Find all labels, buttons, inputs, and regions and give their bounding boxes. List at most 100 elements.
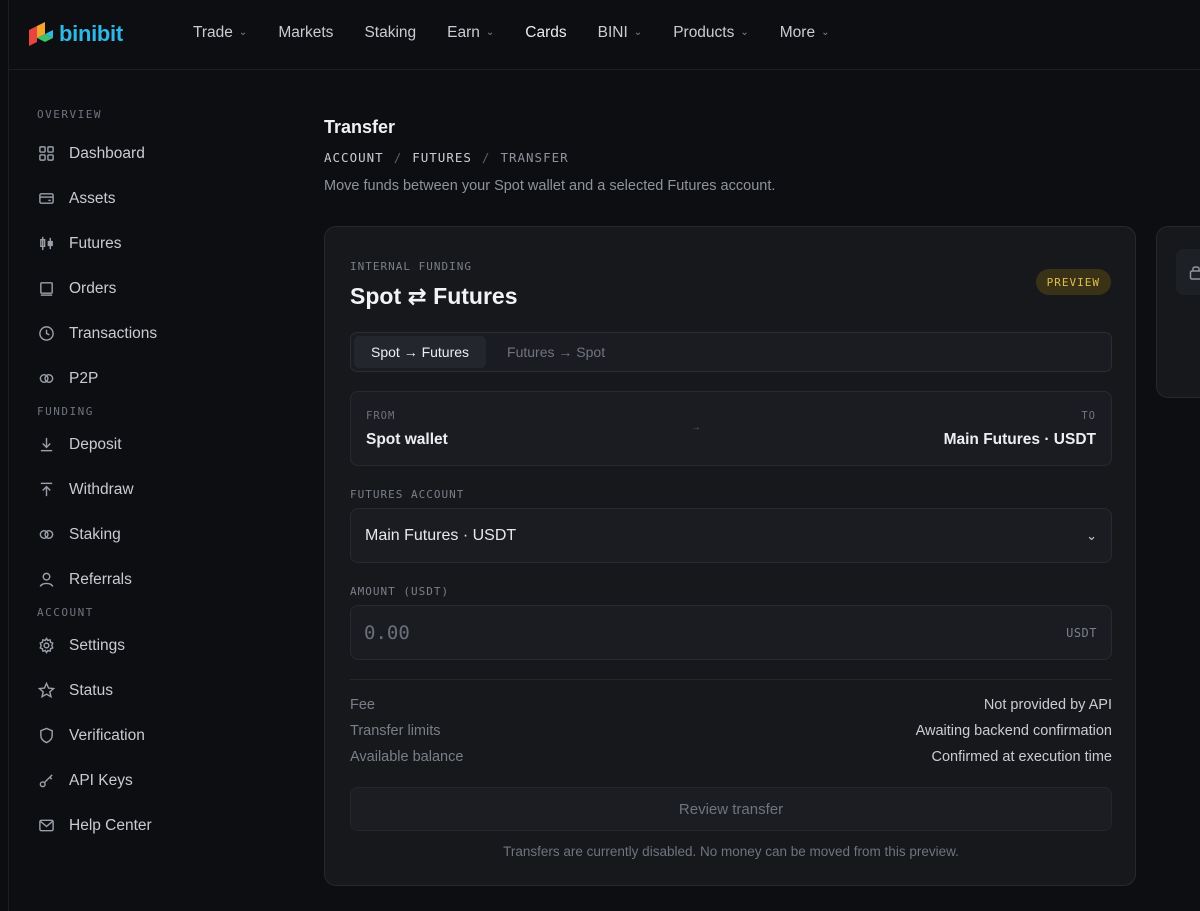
nav-markets-label: Markets — [278, 24, 334, 41]
breadcrumb-account[interactable]: ACCOUNT — [324, 150, 384, 165]
sidebar-item-label: Settings — [69, 636, 126, 654]
main-nav: Trade ⌄ Markets Staking Earn ⌄ Cards BINI ⌄… — [193, 24, 860, 42]
sidebar-item-orders[interactable]: Orders — [37, 266, 249, 311]
nav-cards[interactable]: Cards — [525, 24, 566, 42]
sidebar-item-label: API Keys — [69, 771, 133, 789]
candles-icon — [37, 235, 55, 253]
gear-icon — [37, 637, 55, 655]
preview-badge: PREVIEW — [1035, 269, 1111, 295]
tab-spot-to-futures[interactable]: Spot → Futures — [354, 336, 487, 368]
disabled-notice: Transfers are currently disabled. No mon… — [503, 844, 959, 859]
breadcrumb-separator: / — [393, 150, 403, 165]
breadcrumb-separator: / — [481, 150, 491, 165]
sidebar-item-label: Orders — [69, 279, 117, 297]
divider — [350, 679, 1112, 680]
sidebar-item-status[interactable]: Status — [37, 668, 249, 713]
sidebar-item-transactions[interactable]: Transactions — [37, 311, 249, 356]
lock-button[interactable] — [1176, 249, 1200, 295]
sidebar-item-label: Help Center — [69, 816, 152, 834]
sidebar-item-dashboard[interactable]: Dashboard — [37, 131, 249, 176]
sidebar-section-overview: OVERVIEW — [37, 108, 102, 121]
brand-name: binibit — [59, 21, 123, 46]
nav-products-label: Products — [673, 24, 735, 41]
to-label: TO — [1081, 410, 1096, 422]
sidebar-item-api-keys[interactable]: API Keys — [37, 758, 249, 803]
sidebar-item-label: P2P — [69, 369, 99, 387]
from-value: Spot wallet — [366, 431, 448, 448]
star-icon — [37, 682, 55, 700]
sidebar-item-futures[interactable]: Futures — [37, 221, 249, 266]
sidebar-item-help-center[interactable]: Help Center — [37, 803, 249, 848]
to-value: Main Futures · USDT — [943, 431, 1096, 448]
nav-bini[interactable]: BINI ⌄ — [598, 24, 643, 42]
sidebar-item-assets[interactable]: Assets — [37, 176, 249, 221]
review-transfer-button[interactable]: Review transfer — [350, 787, 1112, 831]
futures-account-value: Main Futures · USDT — [365, 526, 517, 544]
info-key: Fee — [350, 697, 375, 713]
upload-icon — [37, 481, 55, 499]
sidebar-item-staking[interactable]: Staking — [37, 512, 249, 557]
page-title: Transfer — [324, 117, 396, 137]
sidebar-item-label: Withdraw — [69, 480, 134, 498]
info-row-fee: Fee Not provided by API — [350, 697, 1112, 713]
breadcrumb-futures[interactable]: FUTURES — [412, 150, 472, 165]
key-icon — [37, 772, 55, 790]
sidebar-item-label: Referrals — [69, 570, 132, 588]
tab-futures-to-spot[interactable]: Futures → Spot — [490, 336, 622, 368]
wallet-icon — [37, 190, 55, 208]
nav-earn-label: Earn — [447, 24, 480, 41]
breadcrumb-transfer: TRANSFER — [500, 150, 569, 165]
sidebar-item-withdraw[interactable]: Withdraw — [37, 467, 249, 512]
sidebar-item-label: Assets — [69, 189, 116, 207]
sidebar: OVERVIEW Dashboard Assets Futures Orders… — [9, 70, 249, 911]
user-icon — [37, 571, 55, 589]
nav-staking[interactable]: Staking — [364, 24, 416, 42]
nav-markets[interactable]: Markets — [278, 24, 333, 42]
chevron-down-icon: ⌄ — [485, 26, 495, 38]
nav-products[interactable]: Products ⌄ — [673, 24, 749, 42]
futures-account-select[interactable]: Main Futures · USDT ⌄ — [350, 508, 1112, 563]
sidebar-item-settings[interactable]: Settings — [37, 623, 249, 668]
nav-staking-label: Staking — [364, 24, 417, 41]
sidebar-item-label: Futures — [69, 234, 122, 252]
nav-cards-label: Cards — [525, 24, 567, 41]
nav-more[interactable]: More ⌄ — [780, 24, 830, 42]
sidebar-item-label: Staking — [69, 525, 121, 543]
lock-icon — [1189, 266, 1200, 280]
transfer-route: FROM Spot wallet → TO Main Futures · USD… — [350, 391, 1112, 466]
square-icon — [37, 280, 55, 298]
nav-trade[interactable]: Trade ⌄ — [193, 24, 247, 42]
brand-logo[interactable]: binibit — [27, 20, 123, 48]
sidebar-item-label: Verification — [69, 726, 145, 744]
sidebar-item-p2p[interactable]: P2P — [37, 356, 249, 401]
info-key: Available balance — [350, 749, 464, 765]
amount-unit: USDT — [1066, 625, 1097, 640]
secondary-card — [1156, 226, 1200, 398]
info-value: Awaiting backend confirmation — [915, 723, 1112, 739]
chevron-down-icon: ⌄ — [238, 26, 248, 38]
nav-more-label: More — [779, 24, 816, 41]
sidebar-item-referrals[interactable]: Referrals — [37, 557, 249, 602]
info-value: Not provided by API — [983, 697, 1112, 713]
nav-bini-label: BINI — [597, 24, 628, 41]
arrow-right-icon: → — [691, 422, 701, 433]
link-icon — [37, 526, 55, 544]
transfer-card: INTERNAL FUNDING Spot ⇄ Futures PREVIEW … — [324, 226, 1136, 886]
clock-icon — [37, 325, 55, 343]
sidebar-section-funding: FUNDING — [37, 405, 94, 418]
chevron-down-icon: ⌄ — [633, 26, 643, 38]
nav-trade-label: Trade — [193, 24, 233, 41]
direction-tabs: Spot → Futures Futures → Spot — [350, 332, 1112, 372]
sidebar-item-deposit[interactable]: Deposit — [37, 422, 249, 467]
breadcrumb: ACCOUNT / FUTURES / TRANSFER — [324, 150, 569, 165]
amount-field: USDT — [350, 605, 1112, 660]
app-frame: binibit Trade ⌄ Markets Staking Earn ⌄ Car… — [8, 0, 1200, 911]
amount-input[interactable] — [364, 621, 964, 644]
download-icon — [37, 436, 55, 454]
card-eyebrow: INTERNAL FUNDING — [350, 260, 472, 273]
amount-label: AMOUNT (USDT) — [350, 585, 450, 598]
sidebar-item-label: Status — [69, 681, 113, 699]
sidebar-item-verification[interactable]: Verification — [37, 713, 249, 758]
logo-mark-icon — [29, 22, 53, 46]
nav-earn[interactable]: Earn ⌄ — [447, 24, 494, 42]
